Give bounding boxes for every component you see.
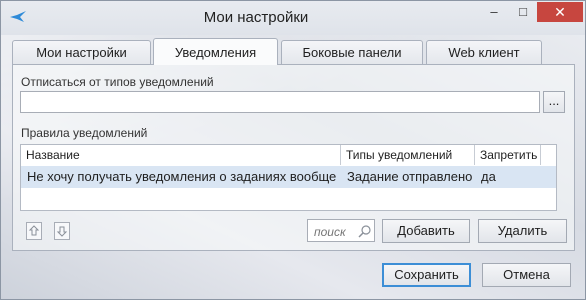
- tab-my-settings[interactable]: Мои настройки: [12, 40, 151, 64]
- close-button[interactable]: ✕: [537, 2, 583, 22]
- cell-types: Задание отправлено: [347, 169, 473, 184]
- column-header-forbid[interactable]: Запретить: [475, 145, 541, 165]
- rules-table: Название Типы уведомлений Запретить Не х…: [20, 144, 557, 211]
- unsubscribe-field[interactable]: [20, 91, 540, 113]
- window-title: Мои настройки: [203, 9, 309, 26]
- search-icon[interactable]: [358, 224, 372, 238]
- minimize-button[interactable]: –: [479, 2, 509, 22]
- rules-label: Правила уведомлений: [21, 126, 148, 140]
- save-button[interactable]: Сохранить: [382, 263, 471, 287]
- column-header-name[interactable]: Название: [21, 145, 341, 165]
- tab-notifications[interactable]: Уведомления: [153, 38, 278, 65]
- search-input[interactable]: [312, 222, 358, 241]
- delete-button[interactable]: Удалить: [478, 219, 567, 243]
- add-button[interactable]: Добавить: [382, 219, 470, 243]
- settings-window: Мои настройки – □ ✕ Мои настройки Уведом…: [0, 0, 586, 300]
- tab-web-client[interactable]: Web клиент: [426, 40, 542, 64]
- table-row[interactable]: Не хочу получать уведомления о заданиях …: [21, 166, 556, 188]
- column-header-types[interactable]: Типы уведомлений: [341, 145, 475, 165]
- cell-name: Не хочу получать уведомления о заданиях …: [27, 169, 337, 184]
- unsubscribe-label: Отписаться от типов уведомлений: [21, 75, 214, 89]
- cell-forbid: да: [481, 169, 496, 184]
- search-box: [307, 219, 375, 242]
- tab-side-panels[interactable]: Боковые панели: [281, 40, 423, 64]
- arrow-up-icon: [28, 225, 40, 236]
- title-bar: Мои настройки – □ ✕: [1, 1, 585, 35]
- maximize-button[interactable]: □: [508, 2, 538, 22]
- browse-button[interactable]: ...: [543, 91, 565, 113]
- move-down-button[interactable]: [54, 222, 70, 240]
- cancel-button[interactable]: Отмена: [482, 263, 571, 287]
- arrow-down-icon: [56, 226, 68, 237]
- move-up-button[interactable]: [26, 222, 42, 240]
